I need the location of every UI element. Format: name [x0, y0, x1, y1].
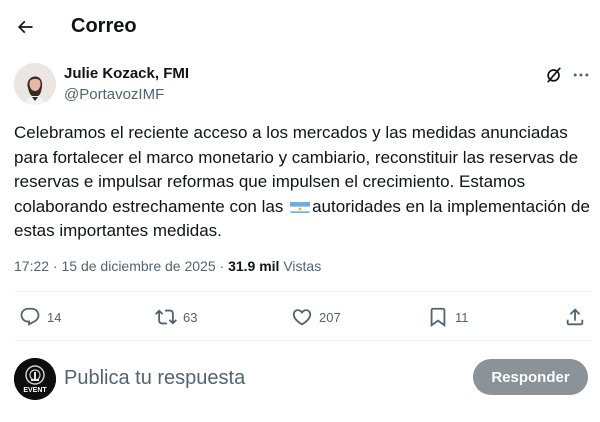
reply-count: 14 [47, 309, 62, 325]
svg-text:EVENT: EVENT [23, 387, 47, 394]
divider [14, 340, 590, 341]
user-avatar[interactable]: EVENT [14, 358, 56, 400]
bookmark-action[interactable]: 11 [427, 305, 469, 329]
more-horizontal-icon [573, 73, 589, 77]
heart-icon [292, 309, 312, 326]
repost-count: 63 [183, 309, 198, 325]
meta-separator: · [52, 258, 58, 274]
reply-submit-button[interactable]: Responder [473, 359, 588, 395]
reply-input[interactable] [64, 365, 444, 391]
views-label: Vistas [283, 258, 322, 274]
more-options-button[interactable] [569, 63, 593, 87]
reply-action[interactable]: 14 [19, 305, 61, 329]
like-action[interactable]: 207 [291, 305, 341, 329]
reply-icon [20, 307, 40, 326]
post-meta: 17:22 · 15 de diciembre de 2025 · 31.9 m… [14, 257, 321, 275]
author-avatar[interactable] [14, 63, 56, 105]
bookmark-count: 11 [455, 309, 469, 325]
back-button[interactable] [10, 12, 40, 42]
views-count: 31.9 mil [228, 258, 280, 274]
repost-action[interactable]: 63 [155, 305, 197, 329]
argentina-flag-icon [290, 199, 311, 213]
author-name[interactable]: Julie Kozack, FMI [64, 65, 189, 83]
repost-icon [155, 309, 177, 325]
arrow-left-icon [17, 20, 33, 34]
divider [14, 291, 590, 292]
event-logo: EVENT [14, 358, 56, 400]
share-icon [566, 308, 584, 326]
page-title: Correo [71, 15, 137, 37]
post-date[interactable]: 15 de diciembre de 2025 [62, 258, 216, 274]
share-action[interactable] [564, 305, 586, 329]
post-text: Celebramos el reciente acceso a los merc… [14, 121, 592, 244]
bookmark-icon [430, 307, 446, 328]
author-photo [14, 63, 56, 105]
author-handle[interactable]: @PortavozIMF [64, 86, 164, 104]
grok-icon [547, 67, 561, 83]
like-count: 207 [319, 309, 341, 325]
post-time[interactable]: 17:22 [14, 258, 49, 274]
grok-button[interactable] [541, 63, 567, 87]
meta-separator: · [219, 258, 225, 274]
